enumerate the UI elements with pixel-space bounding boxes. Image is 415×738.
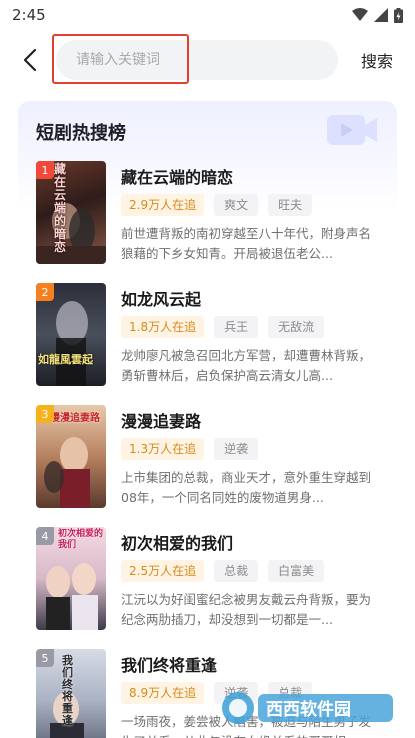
- svg-text:西西软件园: 西西软件园: [266, 699, 351, 720]
- poster-title: 藏在云端的暗恋: [54, 162, 67, 254]
- drama-title[interactable]: 我们终将重逢: [121, 652, 217, 676]
- search-bar[interactable]: [56, 40, 338, 80]
- tag-row: 1.8万人在追 兵王 无敌流: [121, 316, 325, 338]
- heat-badge: 1.3万人在追: [121, 438, 205, 460]
- poster-image[interactable]: 5 我们终将重逢: [36, 649, 106, 738]
- poster-image[interactable]: 1 藏在云端的暗恋: [36, 161, 106, 264]
- ranking-title: 短剧热搜榜: [36, 123, 126, 144]
- rank-badge: 2: [36, 283, 54, 301]
- heat-badge: 1.8万人在追: [121, 316, 205, 338]
- poster-image[interactable]: 2 如龍風雲起: [36, 283, 106, 386]
- chevron-left-icon: [23, 48, 37, 72]
- poster-title: 初次相爱的我们: [58, 529, 104, 550]
- ranking-card: 短剧热搜榜 1 藏在云端的暗恋 藏在云端的暗恋 2.9万人在追 爽文 旺夫 前世…: [18, 101, 397, 738]
- genre-tag: 爽文: [214, 194, 259, 216]
- genre-tag: 无敌流: [268, 316, 325, 338]
- search-button[interactable]: 搜索: [361, 48, 393, 72]
- search-header: 搜索: [0, 38, 415, 82]
- drama-title[interactable]: 如龙风云起: [121, 286, 201, 310]
- genre-tag: 总裁: [214, 560, 259, 582]
- rank-badge: 5: [36, 649, 54, 667]
- genre-tag: 逆袭: [214, 438, 259, 460]
- tag-row: 2.9万人在追 爽文 旺夫: [121, 194, 313, 216]
- video-camera-icon: [327, 115, 377, 145]
- tag-row: 1.3万人在追 逆袭: [121, 438, 259, 460]
- drama-title[interactable]: 漫漫追妻路: [121, 408, 201, 432]
- list-item[interactable]: 4 初次相爱的我们 初次相爱的我们 2.5万人在追 总裁 白富美 江沅以为好闺蜜…: [36, 527, 381, 633]
- genre-tag: 白富美: [268, 560, 325, 582]
- status-icons: [352, 7, 403, 23]
- poster-title: 漫漫追妻路: [50, 413, 100, 424]
- list-item[interactable]: 2 如龍風雲起 如龙风云起 1.8万人在追 兵王 无敌流 龙帅廖凡被急召回北方军…: [36, 283, 381, 389]
- drama-title[interactable]: 藏在云端的暗恋: [121, 164, 233, 188]
- drama-description: 前世遭背叛的南初穿越至八十年代，附身声名狼藉的下乡女知青。开局被退伍老公...: [121, 226, 372, 261]
- wifi-icon: [352, 8, 368, 21]
- status-time: 2:45: [12, 6, 46, 24]
- poster-title: 如龍風雲起: [38, 353, 93, 366]
- back-button[interactable]: [16, 44, 44, 76]
- drama-description: 江沅以为好闺蜜纪念被男友戴云舟背叛，要为纪念两肋插刀，却没想到一切都是一...: [121, 592, 372, 627]
- rank-badge: 4: [36, 527, 54, 545]
- heat-badge: 8.9万人在追: [121, 682, 205, 704]
- poster-image[interactable]: 4 初次相爱的我们: [36, 527, 106, 630]
- battery-icon: [394, 7, 403, 23]
- poster-image[interactable]: 3 漫漫追妻路: [36, 405, 106, 508]
- genre-tag: 旺夫: [268, 194, 313, 216]
- rank-badge: 3: [36, 405, 54, 423]
- rank-badge: 1: [36, 161, 54, 179]
- drama-description: 上市集团的总裁，商业天才，意外重生穿越到08年，一个同名同姓的废物道男身...: [121, 470, 372, 505]
- heat-badge: 2.5万人在追: [121, 560, 205, 582]
- status-bar: 2:45: [0, 0, 415, 30]
- tag-row: 2.5万人在追 总裁 白富美: [121, 560, 325, 582]
- poster-title: 我们终将重逢: [62, 654, 73, 727]
- genre-tag: 兵王: [214, 316, 259, 338]
- drama-description: 龙帅廖凡被急召回北方军营，却遭曹林背叛，勇斩曹林后，启负保护高云清女儿高...: [121, 348, 372, 383]
- heat-badge: 2.9万人在追: [121, 194, 205, 216]
- drama-title[interactable]: 初次相爱的我们: [121, 530, 233, 554]
- signal-icon: [374, 8, 388, 22]
- watermark-logo: 西西软件园: [222, 692, 393, 724]
- list-item[interactable]: 1 藏在云端的暗恋 藏在云端的暗恋 2.9万人在追 爽文 旺夫 前世遭背叛的南初…: [36, 161, 381, 267]
- list-item[interactable]: 3 漫漫追妻路 漫漫追妻路 1.3万人在追 逆袭 上市集团的总裁，商业天才，意外…: [36, 405, 381, 511]
- search-input[interactable]: [64, 42, 191, 78]
